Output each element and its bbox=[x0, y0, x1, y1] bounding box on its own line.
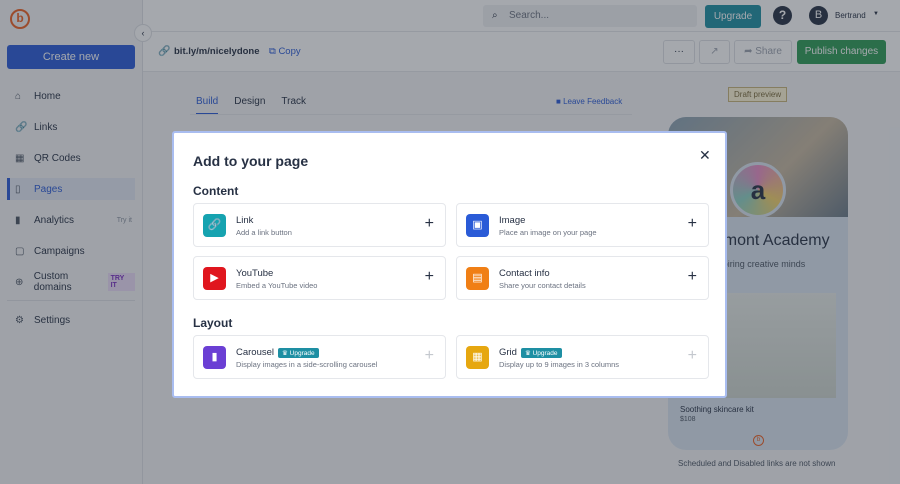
youtube-icon: ▶ bbox=[203, 267, 226, 290]
card-title: Image bbox=[499, 215, 526, 226]
plus-icon[interactable]: + bbox=[425, 268, 434, 286]
card-title: YouTube bbox=[236, 268, 274, 279]
layout-heading: Layout bbox=[193, 316, 233, 330]
card-title: Grid bbox=[499, 347, 517, 358]
plus-icon[interactable]: + bbox=[688, 215, 697, 233]
add-youtube-card[interactable]: ▶ YouTube Embed a YouTube video + bbox=[193, 256, 446, 300]
card-desc: Display images in a side-scrolling carou… bbox=[236, 360, 378, 369]
content-heading: Content bbox=[193, 184, 239, 198]
contact-card-icon: ▤ bbox=[466, 267, 489, 290]
add-to-page-modal: Add to your page ✕ Content 🔗 Link Add a li… bbox=[172, 131, 727, 398]
plus-icon[interactable]: + bbox=[688, 268, 697, 286]
plus-icon[interactable]: + bbox=[425, 347, 434, 365]
upgrade-badge-label: Upgrade bbox=[289, 349, 315, 357]
close-icon[interactable]: ✕ bbox=[699, 147, 711, 164]
carousel-icon: ▮ bbox=[203, 346, 226, 369]
card-title: Link bbox=[236, 215, 254, 226]
card-title: Contact info bbox=[499, 268, 550, 279]
add-grid-card[interactable]: ▦ Grid ♛ Upgrade Display up to 9 images in … bbox=[456, 335, 709, 379]
card-desc: Place an image on your page bbox=[499, 228, 597, 237]
link-icon: 🔗 bbox=[203, 214, 226, 237]
modal-title: Add to your page bbox=[193, 153, 309, 169]
add-carousel-card[interactable]: ▮ Carousel ♛ Upgrade Display images in a si… bbox=[193, 335, 446, 379]
plus-icon[interactable]: + bbox=[688, 347, 697, 365]
add-image-card[interactable]: ▣ Image Place an image on your page + bbox=[456, 203, 709, 247]
plus-icon[interactable]: + bbox=[425, 215, 434, 233]
upgrade-badge[interactable]: ♛ Upgrade bbox=[278, 347, 319, 358]
image-icon: ▣ bbox=[466, 214, 489, 237]
card-desc: Embed a YouTube video bbox=[236, 281, 318, 290]
add-contact-info-card[interactable]: ▤ Contact info Share your contact details + bbox=[456, 256, 709, 300]
card-desc: Add a link button bbox=[236, 228, 292, 237]
grid-icon: ▦ bbox=[466, 346, 489, 369]
upgrade-badge[interactable]: ♛ Upgrade bbox=[520, 347, 562, 358]
add-link-card[interactable]: 🔗 Link Add a link button + bbox=[193, 203, 446, 247]
card-desc: Display up to 9 images in 3 columns bbox=[499, 360, 620, 369]
upgrade-badge-label: Upgrade bbox=[532, 349, 558, 357]
card-title: Carousel bbox=[236, 347, 275, 358]
card-desc: Share your contact details bbox=[499, 281, 586, 290]
